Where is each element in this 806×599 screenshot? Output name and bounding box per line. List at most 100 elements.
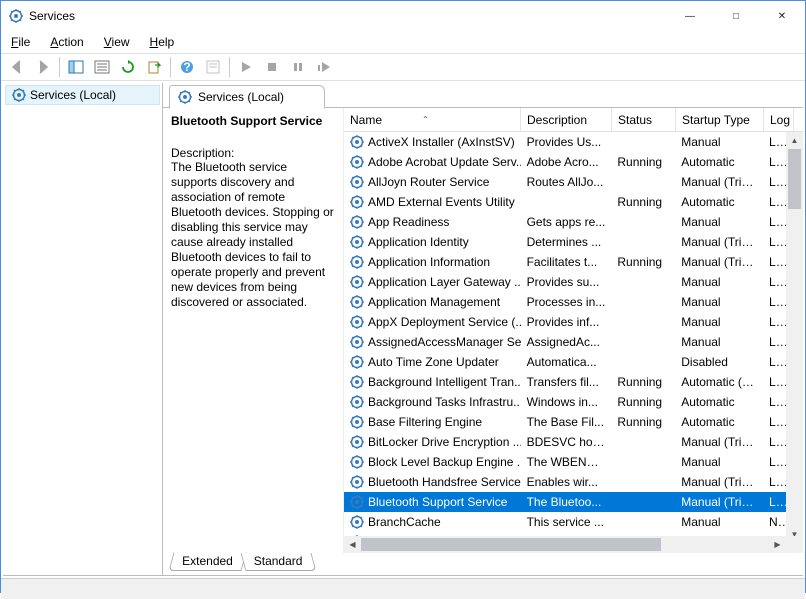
menu-view[interactable]: View — [100, 33, 134, 51]
table-row[interactable]: Auto Time Zone UpdaterAutomatica...Disab… — [344, 352, 793, 372]
service-name: AMD External Events Utility — [368, 195, 515, 209]
service-startup-type: Manual (Trig... — [675, 254, 763, 270]
table-row[interactable]: AllJoyn Router ServiceRoutes AllJo...Man… — [344, 172, 793, 192]
gear-icon — [350, 255, 364, 269]
export-button[interactable] — [142, 56, 166, 78]
titlebar[interactable]: Services — □ ✕ — [1, 1, 805, 31]
table-row[interactable]: Application ManagementProcesses in...Man… — [344, 292, 793, 312]
table-row[interactable]: Application InformationFacilitates t...R… — [344, 252, 793, 272]
column-header-status[interactable]: Status — [612, 108, 676, 131]
minimize-button[interactable]: — — [667, 1, 713, 31]
table-row[interactable]: ActiveX Installer (AxInstSV)Provides Us.… — [344, 132, 793, 152]
service-status — [611, 241, 675, 243]
column-header-startup-type[interactable]: Startup Type — [676, 108, 764, 131]
table-row[interactable]: App ReadinessGets apps re...ManualLoc — [344, 212, 793, 232]
gear-icon — [350, 395, 364, 409]
table-row[interactable]: AssignedAccessManager Se...AssignedAc...… — [344, 332, 793, 352]
gear-icon — [350, 355, 364, 369]
table-row[interactable]: BitLocker Drive Encryption ...BDESVC hos… — [344, 432, 793, 452]
scroll-thumb[interactable] — [788, 149, 801, 209]
tab-standard[interactable]: Standard — [240, 553, 316, 571]
service-description: The WBENG... — [521, 454, 612, 470]
gear-icon — [350, 315, 364, 329]
column-header-name[interactable]: Name⌃ — [344, 108, 521, 131]
horizontal-scrollbar[interactable]: ◀ ▶ — [344, 536, 786, 553]
service-description — [521, 201, 612, 203]
back-button[interactable] — [5, 56, 29, 78]
view-tabs: Extended Standard — [163, 553, 803, 575]
forward-button[interactable] — [31, 56, 55, 78]
service-name: Application Layer Gateway ... — [368, 275, 521, 289]
scroll-thumb[interactable] — [361, 538, 661, 551]
service-startup-type: Manual (Trig... — [675, 474, 763, 490]
gear-icon — [350, 495, 364, 509]
table-row[interactable]: Background Tasks Infrastru...Windows in.… — [344, 392, 793, 412]
gear-icon — [350, 275, 364, 289]
service-name: Adobe Acrobat Update Serv... — [368, 155, 521, 169]
table-row[interactable]: Adobe Acrobat Update Serv...Adobe Acro..… — [344, 152, 793, 172]
tree-node-services-local[interactable]: Services (Local) — [5, 85, 160, 105]
properties-sheet-button[interactable] — [201, 56, 225, 78]
service-status: Running — [611, 374, 675, 390]
service-status — [611, 181, 675, 183]
service-description: BDESVC hos... — [521, 434, 612, 450]
scroll-left-button[interactable]: ◀ — [344, 536, 361, 553]
service-startup-type: Automatic — [675, 414, 763, 430]
table-row[interactable]: Block Level Backup Engine ...The WBENG..… — [344, 452, 793, 472]
service-description: Processes in... — [521, 294, 612, 310]
menu-help[interactable]: Help — [146, 33, 179, 51]
properties-button[interactable] — [90, 56, 114, 78]
service-status — [611, 221, 675, 223]
table-row[interactable]: AMD External Events Utility RunningAutoma… — [344, 192, 793, 212]
service-name: BranchCache — [368, 515, 441, 529]
restart-button[interactable] — [312, 56, 336, 78]
table-row[interactable]: BranchCacheThis service ...ManualNet — [344, 512, 793, 532]
gear-icon — [12, 88, 26, 102]
pause-button[interactable] — [286, 56, 310, 78]
table-row[interactable]: Bluetooth Support ServiceThe Bluetoo...M… — [344, 492, 793, 512]
table-row[interactable]: Base Filtering EngineThe Base Fil...Runn… — [344, 412, 793, 432]
tab-extended[interactable]: Extended — [168, 552, 246, 571]
service-status: Running — [611, 194, 675, 210]
gear-icon — [350, 235, 364, 249]
service-startup-type: Manual (Trig... — [675, 174, 763, 190]
service-name: ActiveX Installer (AxInstSV) — [368, 135, 515, 149]
service-startup-type: Automatic — [675, 194, 763, 210]
service-description: Provides su... — [521, 274, 612, 290]
menu-action[interactable]: Action — [46, 33, 87, 51]
table-row[interactable]: Bluetooth Handsfree ServiceEnables wir..… — [344, 472, 793, 492]
column-header-description[interactable]: Description — [521, 108, 612, 131]
refresh-button[interactable] — [116, 56, 140, 78]
help-button[interactable]: ? — [175, 56, 199, 78]
service-startup-type: Manual — [675, 514, 763, 530]
gear-icon — [350, 515, 364, 529]
maximize-button[interactable]: □ — [713, 1, 759, 31]
table-row[interactable]: AppX Deployment Service (...Provides inf… — [344, 312, 793, 332]
menu-file[interactable]: File — [7, 33, 34, 51]
column-header-log-on-as[interactable]: Log — [764, 108, 794, 131]
table-row[interactable]: Application IdentityDetermines ...Manual… — [344, 232, 793, 252]
table-row[interactable]: Background Intelligent Tran...Transfers … — [344, 372, 793, 392]
service-status — [611, 281, 675, 283]
status-bar — [1, 578, 805, 599]
scroll-right-button[interactable]: ▶ — [769, 536, 786, 553]
service-name: Bluetooth Support Service — [368, 495, 507, 509]
service-description: Adobe Acro... — [521, 154, 612, 170]
stop-button[interactable] — [260, 56, 284, 78]
service-startup-type: Manual (Trig... — [675, 234, 763, 250]
scroll-up-button[interactable]: ▲ — [786, 132, 803, 149]
service-description: Enables wir... — [521, 474, 612, 490]
table-row[interactable]: Application Layer Gateway ...Provides su… — [344, 272, 793, 292]
service-startup-type: Manual — [675, 314, 763, 330]
service-name: Application Management — [368, 295, 500, 309]
start-button[interactable] — [234, 56, 258, 78]
gear-icon — [350, 155, 364, 169]
service-description: Determines ... — [521, 234, 612, 250]
service-startup-type: Disabled — [675, 354, 763, 370]
vertical-scrollbar[interactable]: ▲ ▼ — [786, 132, 803, 543]
close-button[interactable]: ✕ — [759, 1, 805, 31]
service-description: Transfers fil... — [521, 374, 612, 390]
gear-icon — [350, 335, 364, 349]
show-hide-tree-button[interactable] — [64, 56, 88, 78]
service-status — [611, 341, 675, 343]
